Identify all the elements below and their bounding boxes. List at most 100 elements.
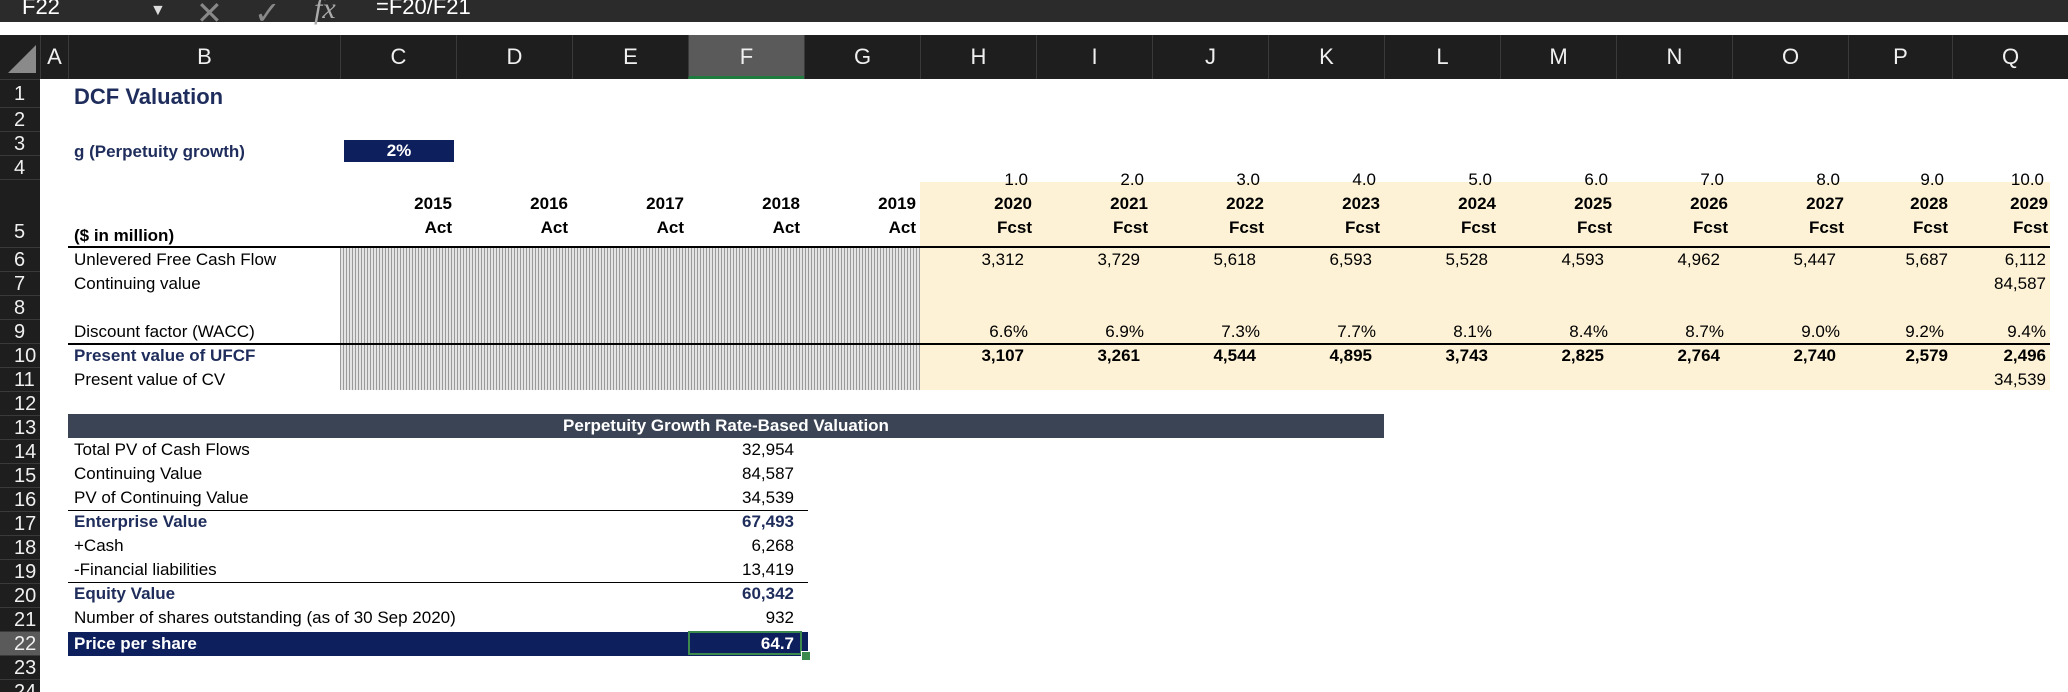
ufcf-value[interactable]: 5,618 [1152, 250, 1256, 270]
column-header-d[interactable]: D [456, 35, 572, 79]
discount-value[interactable]: 7.3% [1152, 322, 1260, 342]
ufcf-value[interactable]: 6,593 [1268, 250, 1372, 270]
period-index[interactable]: 8.0 [1732, 170, 1840, 190]
year-type[interactable]: Fcst [1616, 218, 1728, 238]
discount-value[interactable]: 6.6% [920, 322, 1028, 342]
summary-label[interactable]: -Financial liabilities [74, 560, 217, 580]
row-header[interactable]: 9 [0, 319, 40, 343]
equity-value-label[interactable]: Equity Value [74, 584, 175, 604]
row-header[interactable]: 1 [0, 79, 40, 107]
row-header[interactable]: 12 [0, 391, 40, 415]
ufcf-value[interactable]: 3,312 [920, 250, 1024, 270]
year-type[interactable]: Fcst [1152, 218, 1264, 238]
cv-value[interactable]: 84,587 [1952, 274, 2046, 294]
year-type[interactable]: Act [340, 218, 452, 238]
column-header-k[interactable]: K [1268, 35, 1384, 79]
year-header[interactable]: 2029 [1952, 194, 2048, 214]
discount-label[interactable]: Discount factor (WACC) [74, 322, 255, 342]
year-header[interactable]: 2016 [456, 194, 568, 214]
row-header[interactable]: 20 [0, 583, 40, 607]
row-header[interactable]: 15 [0, 463, 40, 487]
year-type[interactable]: Fcst [1848, 218, 1948, 238]
ufcf-label[interactable]: Unlevered Free Cash Flow [74, 250, 276, 270]
column-header-b[interactable]: B [68, 35, 340, 79]
row-header[interactable]: 5 [0, 179, 40, 247]
year-header[interactable]: 2020 [920, 194, 1032, 214]
row-header[interactable]: 14 [0, 439, 40, 463]
discount-value[interactable]: 9.0% [1732, 322, 1840, 342]
year-header[interactable]: 2025 [1500, 194, 1612, 214]
year-header[interactable]: 2028 [1848, 194, 1948, 214]
chevron-down-icon[interactable]: ▼ [150, 2, 166, 20]
summary-label[interactable]: Total PV of Cash Flows [74, 440, 250, 460]
discount-value[interactable]: 6.9% [1036, 322, 1144, 342]
period-index[interactable]: 1.0 [920, 170, 1028, 190]
year-type[interactable]: Fcst [920, 218, 1032, 238]
ufcf-value[interactable]: 4,593 [1500, 250, 1604, 270]
period-index[interactable]: 5.0 [1384, 170, 1492, 190]
growth-label[interactable]: g (Perpetuity growth) [74, 142, 245, 162]
column-header-e[interactable]: E [572, 35, 688, 79]
year-type[interactable]: Act [572, 218, 684, 238]
year-header[interactable]: 2026 [1616, 194, 1728, 214]
column-header-j[interactable]: J [1152, 35, 1268, 79]
pv-ufcf-value[interactable]: 2,496 [1952, 346, 2046, 366]
enterprise-value-label[interactable]: Enterprise Value [74, 512, 207, 532]
column-header-a[interactable]: A [40, 35, 68, 79]
year-type[interactable]: Fcst [1384, 218, 1496, 238]
ufcf-value[interactable]: 5,447 [1732, 250, 1836, 270]
cv-label[interactable]: Continuing value [74, 274, 201, 294]
period-index[interactable]: 2.0 [1036, 170, 1144, 190]
row-header[interactable]: 16 [0, 487, 40, 511]
select-all-corner[interactable] [0, 35, 40, 79]
year-type[interactable]: Act [804, 218, 916, 238]
column-header-f[interactable]: F [688, 35, 804, 79]
discount-value[interactable]: 9.4% [1952, 322, 2046, 342]
column-header-l[interactable]: L [1384, 35, 1500, 79]
row-header[interactable]: 10 [0, 343, 40, 367]
unit-label[interactable]: ($ in million) [74, 226, 174, 246]
year-type[interactable]: Act [456, 218, 568, 238]
pv-ufcf-value[interactable]: 2,764 [1616, 346, 1720, 366]
row-header[interactable]: 13 [0, 415, 40, 439]
fill-handle[interactable] [801, 651, 811, 661]
period-index[interactable]: 7.0 [1616, 170, 1724, 190]
ufcf-value[interactable]: 4,962 [1616, 250, 1720, 270]
row-header[interactable]: 7 [0, 271, 40, 295]
formula-input[interactable]: =F20/F21 [376, 0, 471, 22]
summary-header[interactable]: Perpetuity Growth Rate-Based Valuation [68, 414, 1384, 438]
growth-input[interactable]: 2% [344, 140, 454, 162]
discount-value[interactable]: 9.2% [1848, 322, 1944, 342]
column-header-q[interactable]: Q [1952, 35, 2068, 79]
year-header[interactable]: 2027 [1732, 194, 1844, 214]
year-header[interactable]: 2015 [340, 194, 452, 214]
ufcf-value[interactable]: 6,112 [1952, 250, 2046, 270]
summary-label[interactable]: +Cash [74, 536, 124, 556]
pv-ufcf-value[interactable]: 3,743 [1384, 346, 1488, 366]
year-header[interactable]: 2018 [688, 194, 800, 214]
period-index[interactable]: 4.0 [1268, 170, 1376, 190]
year-header[interactable]: 2021 [1036, 194, 1148, 214]
price-per-share-value[interactable]: 64.7 [688, 634, 794, 654]
row-header-selected[interactable]: 22 [0, 631, 40, 655]
period-index[interactable]: 6.0 [1500, 170, 1608, 190]
discount-value[interactable]: 8.4% [1500, 322, 1608, 342]
pv-cv-label[interactable]: Present value of CV [74, 370, 225, 390]
year-type[interactable]: Fcst [1500, 218, 1612, 238]
equity-value[interactable]: 60,342 [688, 584, 794, 604]
summary-value[interactable]: 932 [688, 608, 794, 628]
row-header[interactable]: 8 [0, 295, 40, 319]
discount-value[interactable]: 8.7% [1616, 322, 1724, 342]
year-type[interactable]: Fcst [1268, 218, 1380, 238]
ufcf-value[interactable]: 3,729 [1036, 250, 1140, 270]
pv-ufcf-value[interactable]: 2,825 [1500, 346, 1604, 366]
pv-ufcf-value[interactable]: 4,544 [1152, 346, 1256, 366]
year-type[interactable]: Fcst [1732, 218, 1844, 238]
name-box[interactable]: F22 [0, 0, 170, 22]
row-header[interactable]: 19 [0, 559, 40, 583]
pv-ufcf-value[interactable]: 3,261 [1036, 346, 1140, 366]
year-type[interactable]: Act [688, 218, 800, 238]
row-header[interactable]: 2 [0, 107, 40, 131]
price-per-share-label[interactable]: Price per share [74, 634, 197, 654]
ufcf-value[interactable]: 5,528 [1384, 250, 1488, 270]
